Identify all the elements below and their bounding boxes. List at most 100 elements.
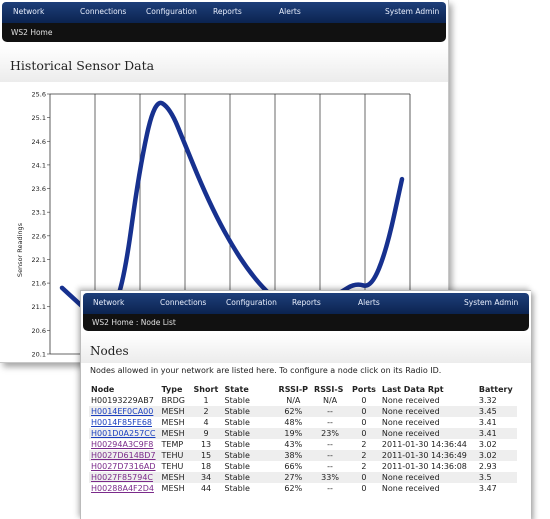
- node-battery: 3.47: [478, 484, 497, 493]
- table-row: H00294A3C9F8 TEMP 13 Stable 43% -- 2 2011-01-30…: [89, 439, 517, 450]
- node-link[interactable]: H001D0A257CC: [91, 429, 155, 438]
- node-ports: 0: [350, 428, 380, 439]
- node-rssi-p: 43%: [284, 440, 303, 449]
- node-id: H00288A4F2D4: [89, 483, 160, 494]
- node-link[interactable]: H0014F85FE68: [91, 418, 152, 427]
- table-row: H00288A4F2D4 MESH 44 Stable 62% -- 0 None recei…: [89, 483, 517, 494]
- node-battery: 3.45: [476, 406, 517, 417]
- node-short: 2: [191, 406, 223, 417]
- node-link[interactable]: H0027D614BD7: [91, 451, 156, 460]
- node-rssi-p: 19%: [276, 428, 313, 439]
- col-rssi-s: RSSI-S: [314, 384, 344, 394]
- node-ports: 2: [350, 450, 380, 461]
- y-tick-label: 21.1: [32, 303, 46, 311]
- y-tick-label: 20.6: [32, 327, 46, 335]
- node-link[interactable]: H0027D7316AD: [91, 462, 156, 471]
- node-type: TEMP: [161, 440, 184, 449]
- breadcrumb-text[interactable]: WS2 Home : Node List: [92, 318, 176, 327]
- y-tick-label: 23.1: [32, 209, 46, 217]
- series-line: [59, 100, 405, 322]
- node-id: H001D0A257CC: [89, 428, 160, 439]
- node-type: BRDG: [161, 396, 185, 405]
- node-list-window: Network Connections Configuration Report…: [80, 290, 531, 519]
- nav-system-admin[interactable]: System Admin: [385, 7, 439, 16]
- node-rssi-p: 38%: [276, 450, 313, 461]
- node-rssi-s: --: [327, 440, 333, 449]
- table-row: H0014F85FE68 MESH 4 Stable 48% -- 0 None receiv…: [89, 417, 517, 428]
- node-rssi-s: --: [312, 450, 351, 461]
- nav-network[interactable]: Network: [13, 7, 44, 16]
- node-last-data: None received: [381, 418, 440, 427]
- node-last-data: None received: [381, 484, 440, 493]
- node-ports: 2: [361, 462, 367, 471]
- breadcrumb-text[interactable]: WS2 Home: [11, 28, 52, 37]
- node-short: 15: [191, 450, 223, 461]
- node-state: Stable: [224, 440, 250, 449]
- table-header-row: Node Type Short State RSSI-P RSSI-S Port…: [89, 383, 517, 395]
- nav-system-admin[interactable]: System Admin: [464, 298, 518, 307]
- node-id: H00193229AB7: [91, 396, 154, 405]
- node-rssi-p: N/A: [286, 396, 301, 405]
- col-last-data: Last Data Rpt: [381, 384, 444, 394]
- y-tick-label: 20.1: [32, 351, 46, 359]
- node-ports: 0: [350, 472, 380, 483]
- node-short: 9: [191, 428, 223, 439]
- node-last-data: 2011-01-30 14:36:08: [381, 462, 467, 471]
- node-rssi-p: 48%: [284, 418, 303, 427]
- node-rssi-s: --: [327, 462, 333, 471]
- col-type: Type: [161, 384, 183, 394]
- nav-alerts[interactable]: Alerts: [279, 7, 301, 16]
- node-state: Stable: [224, 418, 250, 427]
- node-rssi-p: 27%: [276, 472, 313, 483]
- nav-connections[interactable]: Connections: [160, 298, 206, 307]
- node-state: Stable: [224, 396, 250, 405]
- breadcrumb: WS2 Home : Node List: [83, 314, 529, 331]
- nav-configuration[interactable]: Configuration: [146, 7, 197, 16]
- node-last-data: 2011-01-30 14:36:44: [381, 440, 467, 449]
- y-axis-ticks: 25.6 25.1 24.6 24.1 23.6 23.1 22.6 22.1 21.6 21.1…: [32, 91, 50, 359]
- node-short: 13: [200, 440, 212, 449]
- node-last-data: 2011-01-30 14:36:49: [379, 450, 477, 461]
- node-type: TEHU: [161, 462, 184, 471]
- y-tick-label: 22.6: [32, 232, 46, 240]
- col-state: State: [224, 384, 249, 394]
- node-battery: 3.02: [476, 450, 517, 461]
- table-row: H0014EF0CA00 MESH 2 Stable 62% -- 0 None receiv…: [89, 406, 517, 417]
- node-state: Stable: [222, 472, 277, 483]
- node-rssi-s: N/A: [322, 396, 338, 405]
- node-short: 44: [200, 484, 212, 493]
- node-link[interactable]: H0027F85794C: [91, 473, 153, 482]
- title-band: [81, 333, 531, 363]
- node-battery: 3.5: [476, 472, 517, 483]
- node-rssi-s: --: [327, 418, 333, 427]
- node-link[interactable]: H0014EF0CA00: [91, 407, 153, 416]
- node-rssi-s: --: [327, 484, 333, 493]
- intro-text: Nodes allowed in your network are listed…: [90, 366, 442, 375]
- node-type: MESH: [159, 472, 192, 483]
- node-battery: 3.32: [478, 396, 497, 405]
- table-row: H001D0A257CC MESH 9 Stable 19% 23% 0 None recei…: [89, 428, 517, 439]
- nav-reports[interactable]: Reports: [213, 7, 242, 16]
- y-axis-label: Sensor Readings: [16, 222, 24, 277]
- y-tick-label: 25.1: [32, 114, 46, 122]
- node-table: Node Type Short State RSSI-P RSSI-S Port…: [89, 383, 517, 494]
- y-tick-label: 21.6: [32, 280, 46, 288]
- node-state: Stable: [222, 406, 277, 417]
- nav-connections[interactable]: Connections: [80, 7, 126, 16]
- nav-reports[interactable]: Reports: [292, 298, 321, 307]
- nav-alerts[interactable]: Alerts: [358, 298, 380, 307]
- node-rssi-s: 33%: [312, 472, 351, 483]
- main-nav: Network Connections Configuration Report…: [83, 293, 529, 314]
- node-ports: 2: [361, 440, 367, 449]
- node-link[interactable]: H00288A4F2D4: [91, 484, 154, 493]
- nav-configuration[interactable]: Configuration: [226, 298, 277, 307]
- node-id: H0014EF0CA00: [89, 406, 160, 417]
- node-id: H00294A3C9F8: [89, 439, 160, 450]
- nav-network[interactable]: Network: [93, 298, 124, 307]
- node-type: MESH: [161, 484, 185, 493]
- node-battery: 3.41: [478, 418, 497, 427]
- node-ports: 0: [350, 406, 380, 417]
- node-short: 4: [203, 418, 209, 427]
- node-type: TEHU: [159, 450, 192, 461]
- node-link[interactable]: H00294A3C9F8: [91, 440, 153, 449]
